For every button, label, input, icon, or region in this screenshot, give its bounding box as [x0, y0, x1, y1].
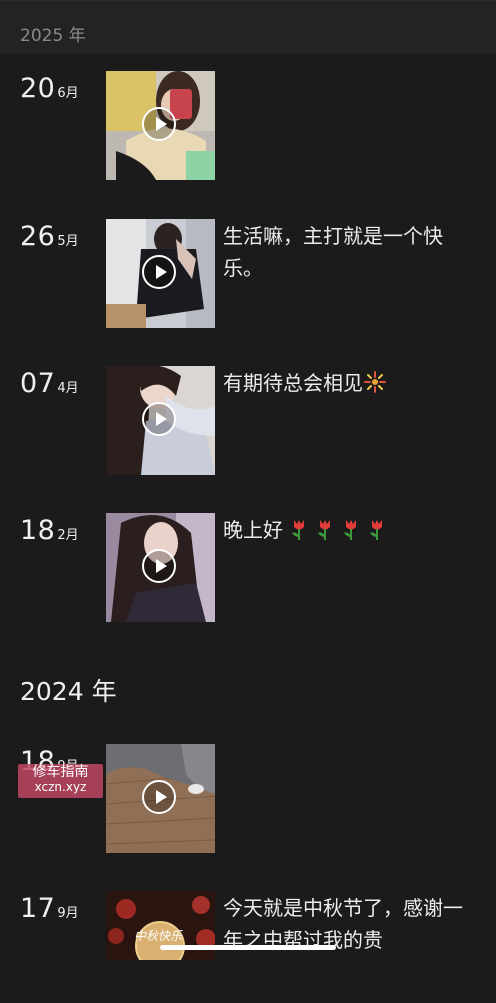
post-date: 07 4月: [20, 368, 79, 399]
play-icon[interactable]: [142, 255, 176, 289]
video-thumbnail[interactable]: [106, 513, 215, 622]
play-icon[interactable]: [142, 107, 176, 141]
post-item[interactable]: 189月: [0, 744, 496, 856]
post-item[interactable]: 07 4月 有期待总会相见: [0, 366, 496, 478]
year-header: 2025 年: [0, 0, 496, 54]
post-month: 5月: [57, 234, 79, 249]
post-caption-text: 有期待总会相见: [223, 371, 363, 395]
tulip-icon: [318, 520, 330, 540]
post-item[interactable]: 26 5月 生活嘛，主打就是一个快乐。: [0, 219, 496, 331]
tulip-icon: [292, 520, 304, 540]
video-thumbnail[interactable]: [106, 219, 215, 328]
play-icon[interactable]: [142, 549, 176, 583]
post-month: 4月: [57, 381, 79, 396]
watermark-line2: xczn.xyz: [34, 780, 87, 794]
post-day: 17: [20, 893, 56, 924]
video-thumbnail[interactable]: [106, 71, 215, 180]
video-thumbnail[interactable]: [106, 366, 215, 475]
home-indicator[interactable]: [160, 945, 336, 950]
post-day: 26: [20, 221, 56, 252]
post-day: 18: [20, 515, 56, 546]
fireworks-icon: [364, 371, 386, 393]
year-label: 2024 年: [20, 677, 117, 706]
post-day: 07: [20, 368, 56, 399]
post-month: 6月: [57, 86, 79, 101]
post-month: 2月: [57, 528, 79, 543]
post-date: 18 2月: [20, 515, 79, 546]
post-item[interactable]: 18 2月 晚上好: [0, 513, 496, 625]
play-icon[interactable]: [142, 780, 176, 814]
tulip-icon: [344, 520, 356, 540]
post-caption-text: 晚上好: [223, 518, 283, 542]
post-caption: 生活嘛，主打就是一个快乐。: [223, 224, 443, 280]
watermark: 修车指南 xczn.xyz: [18, 764, 103, 798]
watermark-line1: 修车指南: [32, 764, 89, 780]
post-item[interactable]: 20 6月: [0, 71, 496, 183]
post-date: 17 9月: [20, 893, 79, 924]
tulip-icon: [370, 520, 382, 540]
thumbnail-title: 中秋快乐: [134, 929, 183, 943]
post-caption: 晚上好: [223, 514, 463, 546]
play-icon[interactable]: [142, 402, 176, 436]
post-day: 20: [20, 73, 56, 104]
post-month: 9月: [57, 906, 79, 921]
post-date: 20 6月: [20, 73, 79, 104]
post-caption: 有期待总会相见: [223, 367, 463, 399]
post-date: 26 5月: [20, 221, 79, 252]
video-thumbnail[interactable]: [106, 744, 215, 853]
year-header-label: 2025 年: [20, 26, 86, 46]
